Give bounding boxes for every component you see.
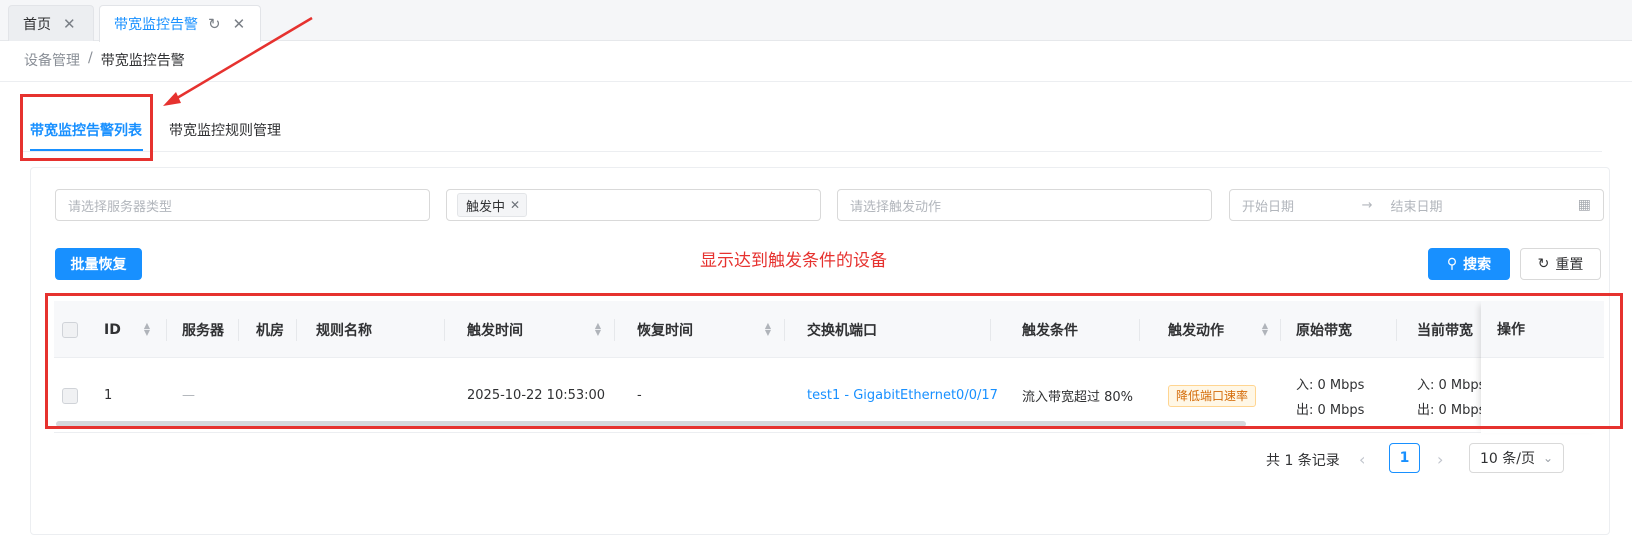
pagination-total: 共 1 条记录 <box>1266 453 1340 469</box>
tab-label: 首页 <box>23 16 51 33</box>
column-header-condition: 触发条件 <box>1022 322 1078 339</box>
column-header-room: 机房 <box>256 322 284 339</box>
cell-original-bandwidth: 入: 0 Mbps 出: 0 Mbps <box>1296 358 1364 433</box>
end-date-input[interactable]: 结束日期 <box>1391 196 1443 215</box>
column-header-rule-name: 规则名称 <box>316 322 372 339</box>
breadcrumb-current: 带宽监控告警 <box>100 53 185 69</box>
close-icon[interactable]: ✕ <box>510 198 520 212</box>
breadcrumb-separator: / <box>88 50 93 66</box>
refresh-icon[interactable]: ↻ <box>208 15 221 33</box>
column-header-switch-port: 交换机端口 <box>807 322 877 339</box>
chevron-right-icon[interactable]: › <box>1437 450 1443 469</box>
server-type-select[interactable]: 请选择服务器类型 <box>55 189 430 221</box>
arrow-right-icon: → <box>1361 197 1373 213</box>
batch-restore-button[interactable]: 批量恢复 <box>55 248 142 280</box>
sort-icon[interactable]: ▲ ▼ <box>595 322 601 337</box>
alert-table: ID ▲ ▼ 服务器 机房 规则名称 触发时间 ▲ ▼ 恢复时间 ▲ ▼ 交换机端口 … <box>54 301 1604 433</box>
breadcrumb-parent[interactable]: 设备管理 <box>24 50 80 70</box>
tab-alert-list[interactable]: 带宽监控告警列表 <box>30 120 142 140</box>
sort-icon[interactable]: ▲ ▼ <box>144 322 150 337</box>
column-header-trigger-time[interactable]: 触发时间 ▲ ▼ <box>467 301 601 358</box>
tab-bandwidth-alert[interactable]: 带宽监控告警 ↻ ✕ <box>99 5 261 42</box>
tab-bar: 首页 ✕ 带宽监控告警 ↻ ✕ <box>0 0 1632 42</box>
horizontal-scrollbar[interactable] <box>56 421 1246 427</box>
active-tab-indicator <box>30 149 143 151</box>
cell-current-bandwidth: 入: 0 Mbps 出: 0 Mbps <box>1417 358 1485 433</box>
action-tag: 降低端口速率 <box>1168 384 1257 407</box>
chevron-down-icon: ⌄ <box>1542 451 1553 465</box>
column-header-original-bandwidth: 原始带宽 <box>1296 322 1352 339</box>
original-in: 入: 0 Mbps <box>1296 377 1365 393</box>
button-label: 搜索 <box>1463 257 1492 273</box>
sort-icon[interactable]: ▲ ▼ <box>765 322 771 337</box>
column-header-action[interactable]: 触发动作 ▲ ▼ <box>1168 301 1268 358</box>
select-all-checkbox[interactable] <box>62 301 78 358</box>
status-tag: 触发中 ✕ <box>457 193 528 217</box>
tab-home[interactable]: 首页 ✕ <box>8 5 94 41</box>
breadcrumb: 设备管理 / 带宽监控告警 <box>24 50 185 70</box>
start-date-input[interactable]: 开始日期 <box>1242 196 1294 215</box>
button-label: 批量恢复 <box>70 257 127 273</box>
tab-label: 带宽监控告警 <box>114 17 198 33</box>
original-out: 出: 0 Mbps <box>1296 402 1365 418</box>
column-header-operation: 操作 <box>1481 301 1604 358</box>
page-size-label: 10 条/页 <box>1480 451 1535 467</box>
divider <box>0 81 1632 82</box>
status-tag-label: 触发中 <box>466 199 506 215</box>
placeholder: 请选择服务器类型 <box>68 199 173 215</box>
reset-button[interactable]: ↻ 重置 <box>1520 248 1601 280</box>
table-header: ID ▲ ▼ 服务器 机房 规则名称 触发时间 ▲ ▼ 恢复时间 ▲ ▼ 交换机端口 … <box>54 301 1604 358</box>
current-in: 入: 0 Mbps <box>1417 377 1486 393</box>
close-icon[interactable]: ✕ <box>233 15 246 33</box>
search-button[interactable]: ⚲ 搜索 <box>1428 248 1510 280</box>
column-header-id[interactable]: ID ▲ ▼ <box>104 301 150 358</box>
tab-rule-management[interactable]: 带宽监控规则管理 <box>169 120 281 140</box>
annotation-text: 显示达到触发条件的设备 <box>700 251 887 271</box>
column-header-restore-time[interactable]: 恢复时间 ▲ ▼ <box>637 301 771 358</box>
page-size-select[interactable]: 10 条/页 ⌄ <box>1469 443 1564 473</box>
date-range-picker[interactable]: 开始日期 → 结束日期 ▦ <box>1229 189 1604 221</box>
current-out: 出: 0 Mbps <box>1417 402 1486 418</box>
sort-icon[interactable]: ▲ ▼ <box>1262 322 1268 337</box>
fixed-operation-column: 操作 <box>1481 301 1604 433</box>
inner-tabs: 带宽监控告警列表 带宽监控规则管理 <box>22 102 1602 152</box>
calendar-icon: ▦ <box>1577 197 1591 213</box>
column-header-server: 服务器 <box>182 322 224 339</box>
search-icon: ⚲ <box>1446 256 1458 272</box>
chevron-left-icon[interactable]: ‹ <box>1359 450 1365 469</box>
action-select[interactable]: 请选择触发动作 <box>837 189 1212 221</box>
refresh-icon: ↻ <box>1537 256 1550 272</box>
close-icon[interactable]: ✕ <box>63 15 76 33</box>
page-1-button[interactable]: 1 <box>1389 443 1420 473</box>
column-header-current-bandwidth: 当前带宽 <box>1417 322 1473 339</box>
placeholder: 请选择触发动作 <box>850 199 942 215</box>
status-select[interactable]: 触发中 ✕ <box>446 189 821 221</box>
button-label: 重置 <box>1555 257 1584 273</box>
